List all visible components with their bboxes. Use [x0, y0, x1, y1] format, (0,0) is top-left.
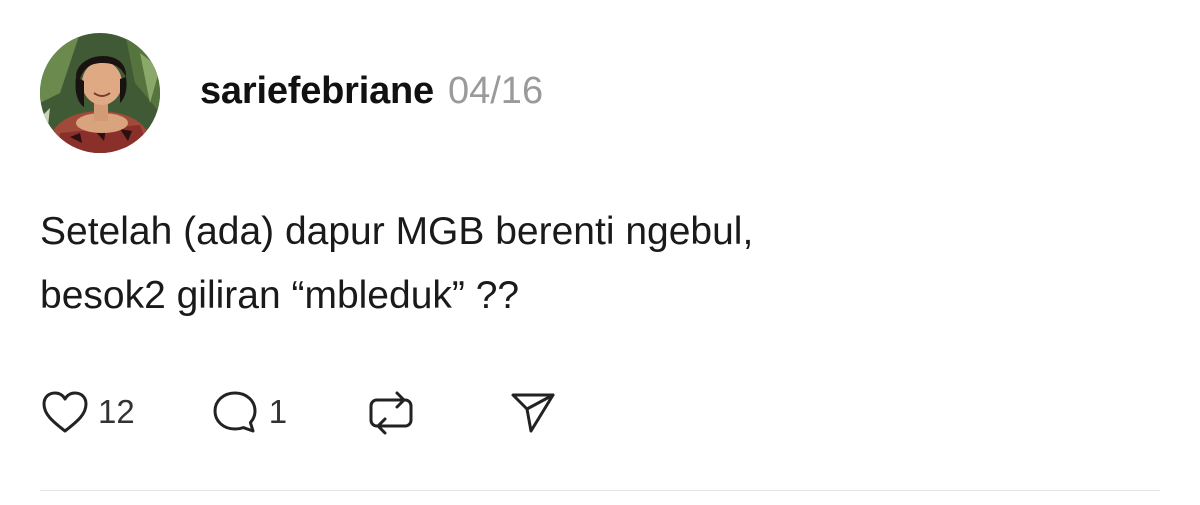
avatar-photo	[40, 33, 160, 153]
post-card: sariefebriane 04/16 Setelah (ada) dapur …	[0, 0, 1200, 505]
post-date: 04/16	[447, 70, 544, 112]
repost-button[interactable]	[365, 387, 417, 437]
avatar[interactable]	[40, 33, 160, 153]
post-text: Setelah (ada) dapur MGB berenti ngebul, …	[40, 200, 1140, 328]
post-text-line: besok2 giliran “mbleduk” ??	[40, 274, 520, 317]
heart-icon	[42, 391, 88, 433]
speech-bubble-icon	[213, 391, 257, 433]
reply-button[interactable]: 1	[209, 388, 287, 436]
action-bar: 12 1	[40, 380, 557, 444]
share-button[interactable]	[509, 389, 557, 435]
like-button[interactable]: 12	[40, 389, 135, 435]
divider	[40, 490, 1160, 491]
paper-plane-icon	[511, 393, 555, 433]
like-count: 12	[98, 393, 135, 430]
post-header: sariefebriane 04/16	[200, 70, 543, 122]
repost-arrows-icon	[369, 391, 413, 435]
post-text-line: Setelah (ada) dapur MGB berenti ngebul,	[40, 210, 754, 253]
reply-count: 1	[268, 393, 288, 430]
username[interactable]: sariefebriane	[200, 70, 434, 113]
